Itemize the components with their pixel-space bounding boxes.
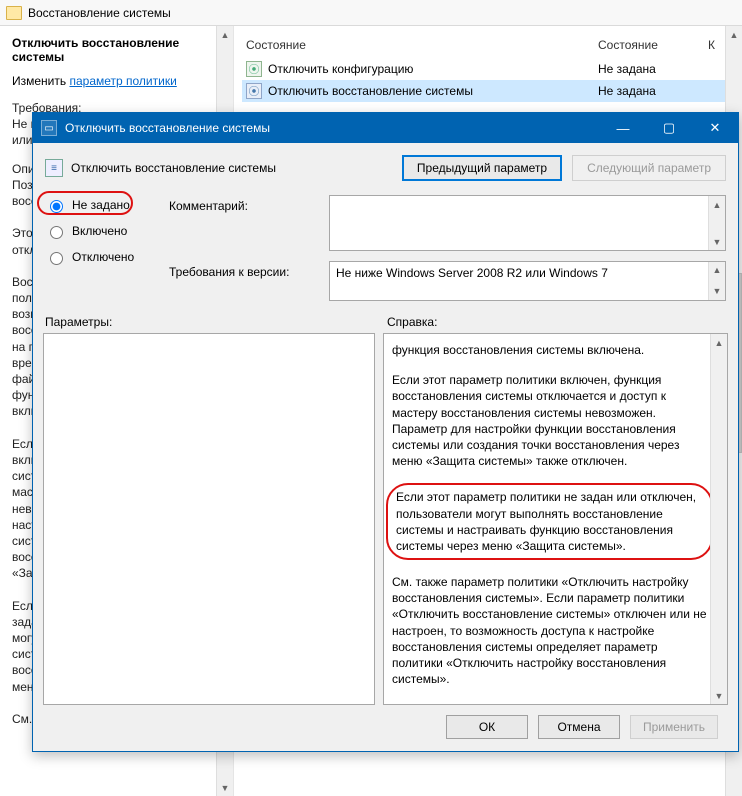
col-header-state[interactable]: Состояние bbox=[242, 36, 594, 58]
scroll-down-icon[interactable]: ▼ bbox=[217, 779, 234, 796]
cancel-button[interactable]: Отмена bbox=[538, 715, 620, 739]
close-button[interactable]: ✕ bbox=[692, 113, 738, 143]
policy-icon: ⦿ bbox=[246, 61, 262, 77]
gpo-path-bar: Восстановление системы bbox=[0, 0, 742, 26]
apply-button: Применить bbox=[630, 715, 718, 739]
edit-prefix: Изменить bbox=[12, 74, 69, 88]
radio-disabled[interactable]: Отключено bbox=[45, 249, 155, 265]
help-text-highlighted: Если этот параметр политики не задан или… bbox=[386, 483, 713, 560]
comment-label: Комментарий: bbox=[169, 195, 319, 251]
col-header-state2[interactable]: Состояние bbox=[594, 36, 704, 58]
params-pane bbox=[43, 333, 375, 705]
edit-policy-link[interactable]: параметр политики bbox=[69, 74, 176, 88]
scroll-up-icon[interactable]: ▲ bbox=[709, 262, 726, 279]
radio-label: Не задано bbox=[72, 198, 130, 212]
scroll-up-icon[interactable]: ▲ bbox=[217, 26, 234, 43]
radio-input[interactable] bbox=[50, 226, 63, 239]
params-label: Параметры: bbox=[45, 315, 377, 329]
radio-enabled[interactable]: Включено bbox=[45, 223, 155, 239]
scroll-up-icon[interactable]: ▲ bbox=[726, 26, 742, 43]
row-name: Отключить конфигурацию bbox=[268, 62, 413, 76]
edit-line: Изменить параметр политики bbox=[12, 74, 221, 88]
dialog-icon: ▭ bbox=[41, 120, 57, 136]
version-scrollbar[interactable]: ▲ ▼ bbox=[708, 262, 725, 300]
help-text: функция восстановления системы включена. bbox=[392, 342, 707, 358]
row-name: Отключить восстановление системы bbox=[268, 84, 473, 98]
textarea-scrollbar[interactable]: ▲ ▼ bbox=[708, 196, 725, 250]
scroll-down-icon[interactable]: ▼ bbox=[709, 283, 726, 300]
policy-icon: ⦿ bbox=[246, 83, 262, 99]
policy-dialog: ▭ Отключить восстановление системы — ▢ ✕… bbox=[32, 112, 739, 752]
comment-textarea[interactable]: ▲ ▼ bbox=[329, 195, 726, 251]
next-setting-button: Следующий параметр bbox=[572, 155, 726, 181]
maximize-button[interactable]: ▢ bbox=[646, 113, 692, 143]
ok-button[interactable]: ОК bbox=[446, 715, 528, 739]
version-box: Не ниже Windows Server 2008 R2 или Windo… bbox=[329, 261, 726, 301]
radio-not-configured[interactable]: Не задано bbox=[45, 197, 155, 213]
version-text: Не ниже Windows Server 2008 R2 или Windo… bbox=[336, 266, 608, 280]
gpo-list: Состояние Состояние К ⦿Отключить конфигу… bbox=[242, 36, 734, 102]
row-state: Не задана bbox=[594, 80, 704, 102]
dialog-subtitle: Отключить восстановление системы bbox=[71, 161, 276, 175]
scroll-down-icon[interactable]: ▼ bbox=[711, 687, 728, 704]
gpo-path-title: Восстановление системы bbox=[28, 6, 171, 20]
dialog-footer: ОК Отмена Применить bbox=[43, 705, 728, 751]
help-scrollbar[interactable]: ▲ ▼ bbox=[710, 334, 727, 704]
radio-label: Отключено bbox=[72, 250, 134, 264]
version-label: Требования к версии: bbox=[169, 261, 319, 301]
state-radio-group: Не задано Включено Отключено bbox=[45, 195, 155, 301]
radio-input[interactable] bbox=[50, 200, 63, 213]
scroll-up-icon[interactable]: ▲ bbox=[711, 334, 728, 351]
scroll-down-icon[interactable]: ▼ bbox=[709, 233, 726, 250]
dialog-title: Отключить восстановление системы bbox=[65, 121, 270, 135]
folder-icon bbox=[6, 6, 22, 20]
help-label: Справка: bbox=[387, 315, 437, 329]
help-pane: функция восстановления системы включена.… bbox=[383, 333, 728, 705]
radio-input[interactable] bbox=[50, 252, 63, 265]
radio-label: Включено bbox=[72, 224, 127, 238]
help-text: Если этот параметр политики включен, фун… bbox=[392, 372, 707, 469]
help-text: См. также параметр политики «Отключить н… bbox=[392, 574, 707, 687]
prev-setting-button[interactable]: Предыдущий параметр bbox=[402, 155, 562, 181]
scroll-up-icon[interactable]: ▲ bbox=[709, 196, 726, 213]
dialog-subheader: ≡ Отключить восстановление системы Преды… bbox=[43, 151, 728, 191]
document-icon: ≡ bbox=[45, 159, 63, 177]
row-state: Не задана bbox=[594, 58, 704, 80]
gpo-setting-title: Отключить восстановление системы bbox=[12, 36, 221, 64]
dialog-titlebar[interactable]: ▭ Отключить восстановление системы — ▢ ✕ bbox=[33, 113, 738, 143]
minimize-button[interactable]: — bbox=[600, 113, 646, 143]
